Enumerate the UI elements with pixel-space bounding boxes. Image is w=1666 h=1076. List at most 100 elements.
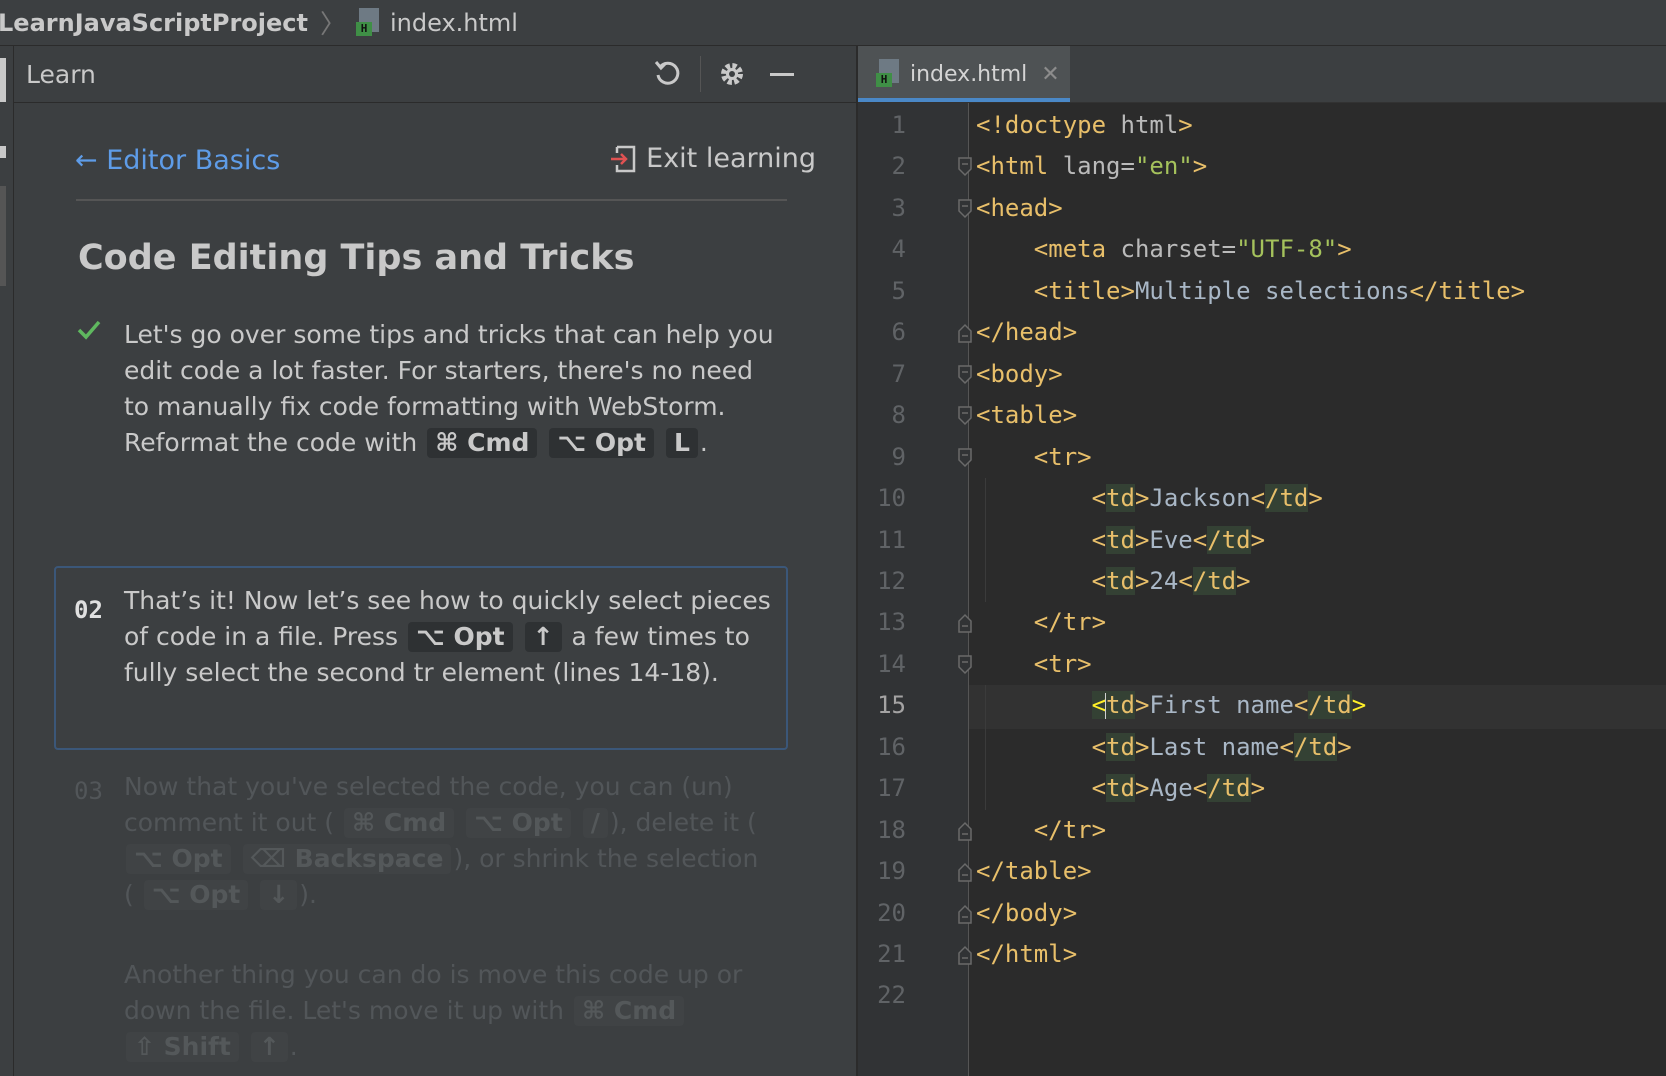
line-number: 4 <box>891 235 906 264</box>
line-number: 2 <box>891 152 906 181</box>
tool-strip-mark <box>0 146 6 158</box>
key-opt: ⌥ Opt <box>408 622 513 652</box>
code-line[interactable]: <head> <box>976 194 1063 222</box>
fold-start-icon[interactable] <box>957 405 973 427</box>
learn-panel-header: Learn <box>14 46 856 103</box>
key-opt: ⌥ Opt <box>143 880 249 910</box>
tab-index-html[interactable]: H index.html ✕ <box>858 46 1070 102</box>
step-2-text: That’s it! Now let’s see how to quickly … <box>124 583 774 691</box>
line-number: 7 <box>891 359 906 388</box>
line-number: 17 <box>877 774 906 803</box>
fold-end-icon[interactable] <box>957 903 973 925</box>
code-line[interactable]: <html lang="en"> <box>976 152 1207 180</box>
key-backspace: ⌫ Backspace <box>242 844 452 874</box>
html-file-icon: H <box>876 59 902 89</box>
breadcrumb-project[interactable]: LearnJavaScriptProject <box>0 9 308 37</box>
line-number: 3 <box>891 193 906 222</box>
key-cmd: ⌘ Cmd <box>573 996 685 1026</box>
header-divider <box>700 56 701 92</box>
code-line[interactable]: <meta charset="UTF-8"> <box>976 235 1352 263</box>
lesson-content: ← Editor Basics Exit learning Code Editi… <box>14 103 856 1076</box>
line-number: 20 <box>877 898 906 927</box>
fold-start-icon[interactable] <box>957 447 973 469</box>
key-l: L <box>665 428 698 458</box>
code-line[interactable]: </html> <box>976 940 1077 968</box>
line-number: 6 <box>891 318 906 347</box>
code-line[interactable]: <td>Last name</td> <box>976 732 1352 761</box>
learn-panel: Learn ← Editor Basics Exit learning Code… <box>14 46 856 1076</box>
line-number: 9 <box>891 442 906 471</box>
code-line[interactable]: <tr> <box>976 443 1092 471</box>
arrow-left-icon: ← <box>75 145 98 176</box>
line-number: 1 <box>891 111 906 139</box>
key-opt: ⌥ Opt <box>126 844 231 874</box>
code-area[interactable]: 1 2 3 4 5 6 7 8 9 10 11 12 13 14 15 16 17 18 19 20 21 22 <!do… <box>858 103 1666 1076</box>
line-number: 21 <box>877 940 906 968</box>
step-3-end: . <box>289 1032 298 1061</box>
code-line[interactable]: </tr> <box>976 816 1106 844</box>
line-number: 19 <box>877 857 906 886</box>
exit-learning-button[interactable]: Exit learning <box>610 143 816 174</box>
code-line[interactable]: <title>Multiple selections</title> <box>976 277 1525 305</box>
step-1-text: Let's go over some tips and tricks that … <box>124 317 774 461</box>
tab-label: index.html <box>910 61 1028 87</box>
learn-panel-title: Learn <box>26 59 96 89</box>
code-line[interactable]: <table> <box>976 401 1077 429</box>
code-line[interactable]: <!doctype html> <box>976 111 1193 139</box>
tool-strip-active-tab[interactable] <box>0 186 6 286</box>
fold-start-icon[interactable] <box>957 198 973 220</box>
lesson-title: Code Editing Tips and Tricks <box>78 238 635 278</box>
fold-end-icon[interactable] <box>957 612 973 634</box>
fold-end-icon[interactable] <box>957 820 973 842</box>
code-line[interactable]: </body> <box>976 899 1077 927</box>
fold-start-icon[interactable] <box>957 654 973 676</box>
step-3-text-continued: Another thing you can do is move this co… <box>124 957 774 1065</box>
exit-label: Exit learning <box>646 143 816 174</box>
code-line[interactable]: <body> <box>976 360 1063 388</box>
back-to-editor-basics-link[interactable]: ← Editor Basics <box>75 145 280 176</box>
line-number: 13 <box>877 608 906 637</box>
fold-end-icon[interactable] <box>957 322 973 344</box>
key-shift: ⇧ Shift <box>126 1032 239 1062</box>
breadcrumb-file[interactable]: index.html <box>390 9 518 37</box>
code-line[interactable]: </tr> <box>976 608 1106 636</box>
key-cmd: ⌘ Cmd <box>427 428 538 458</box>
code-line[interactable]: <tr> <box>976 650 1092 678</box>
back-label: Editor Basics <box>106 145 281 176</box>
code-line[interactable]: <td>Age</td> <box>976 774 1265 803</box>
active-tab-underline <box>858 98 1070 102</box>
code-line[interactable]: </table> <box>976 857 1092 885</box>
line-number: 12 <box>877 566 906 595</box>
tool-strip-mark <box>0 58 6 102</box>
tool-window-strip[interactable] <box>0 46 14 1076</box>
gutter-separator <box>968 103 969 1076</box>
line-number: 5 <box>891 276 906 305</box>
html-file-icon: H <box>356 7 382 38</box>
fold-start-icon[interactable] <box>957 156 973 178</box>
code-line[interactable]: <td>24</td> <box>976 566 1251 595</box>
fold-end-icon[interactable] <box>957 861 973 883</box>
line-number: 22 <box>877 981 906 1010</box>
fold-end-icon[interactable] <box>957 944 973 966</box>
code-line[interactable]: </head> <box>976 318 1077 346</box>
key-cmd: ⌘ Cmd <box>344 808 455 838</box>
code-line[interactable]: <td>Eve</td> <box>976 525 1265 554</box>
minimize-icon[interactable] <box>766 58 798 90</box>
code-line[interactable]: <td>First name</td> <box>976 691 1366 720</box>
exit-icon <box>611 145 636 172</box>
fold-start-icon[interactable] <box>957 364 973 386</box>
code-editor: H index.html ✕ 1 2 3 4 5 6 7 8 9 10 11 12 13 14 15 16 17… <box>858 46 1666 1076</box>
step-2-number: 02 <box>74 596 103 624</box>
restart-icon[interactable] <box>652 58 684 90</box>
key-opt: ⌥ Opt <box>549 428 654 458</box>
close-icon[interactable]: ✕ <box>1041 62 1059 87</box>
line-number: 10 <box>877 484 906 513</box>
divider <box>76 199 787 201</box>
checkmark-icon <box>77 320 101 340</box>
breadcrumb: LearnJavaScriptProject 〉 H index.html <box>0 0 1666 46</box>
key-arrow-down: ↓ <box>260 880 298 910</box>
code-line[interactable]: <td>Jackson</td> <box>976 484 1323 513</box>
line-number: 16 <box>877 732 906 761</box>
gear-icon[interactable] <box>716 58 748 90</box>
line-number: 11 <box>877 525 906 554</box>
